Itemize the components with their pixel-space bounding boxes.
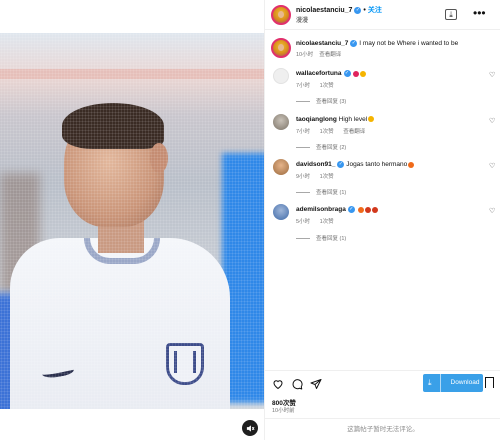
caption: nicolaestanciu_7 ✓ I may not be Where i w… [296, 40, 458, 47]
verified-badge-icon: ✓ [343, 70, 351, 77]
translate-link[interactable]: 查看翻译 [319, 52, 341, 58]
verified-badge-icon: ✓ [354, 6, 362, 14]
post-media[interactable]: 融创 [0, 0, 264, 440]
emoji-icon [368, 116, 375, 123]
view-replies-button[interactable]: 查看回复 (1) [296, 188, 346, 196]
verified-badge-icon: ✓ [347, 206, 355, 213]
view-replies-button[interactable]: 查看回复 (1) [296, 234, 346, 242]
post-location[interactable]: 漫漫 [296, 15, 308, 24]
comments-list: nicolaestanciu_7 ✓ I may not be Where i w… [265, 30, 500, 370]
share-icon[interactable] [310, 378, 322, 390]
comment-likes[interactable]: 1次赞 [320, 219, 334, 225]
more-options-icon[interactable]: ••• [473, 6, 486, 20]
avatar[interactable] [271, 5, 291, 25]
comment-time: 7小时 [296, 129, 311, 135]
download-button[interactable]: ⤓ Download [423, 374, 483, 392]
comment-likes[interactable]: 1次赞 [320, 174, 334, 180]
verified-badge-icon: ✓ [350, 40, 358, 47]
angry-emoji-icon [371, 206, 378, 213]
avatar[interactable] [273, 68, 289, 84]
post-actions: ⤓ Download [265, 370, 500, 396]
avatar[interactable] [273, 159, 289, 175]
angry-emoji-icon [364, 206, 371, 213]
post-details-panel: nicolaestanciu_7 ✓ • 关注 漫漫 ⤓ ••• nicolaesta… [264, 0, 500, 440]
author-username[interactable]: nicolaestanciu_7 [296, 7, 352, 14]
comment-username[interactable]: davidson91_ [296, 161, 335, 168]
avatar[interactable] [273, 114, 289, 130]
comment-username[interactable]: ademilsonbraga [296, 206, 346, 213]
comment-username[interactable]: taoqianglong [296, 116, 337, 123]
fire-emoji-icon [357, 206, 364, 213]
like-comment-icon[interactable]: ♡ [489, 117, 495, 125]
view-replies-button[interactable]: 查看回复 (3) [296, 97, 346, 105]
caption-text: I may not be Where i wanted to be [359, 40, 459, 48]
comment-text: davidson91_ ✓ Jogas tanto hermano [296, 161, 415, 168]
caption-time: 10小时 [296, 52, 314, 58]
verified-badge-icon: ✓ [337, 161, 345, 168]
comment-text: taoqianglong High level [296, 116, 375, 123]
comment-time: 7小时 [296, 83, 311, 89]
bookmark-icon[interactable] [485, 377, 494, 391]
pray-emoji-icon [360, 70, 367, 77]
avatar[interactable] [271, 38, 291, 58]
follow-button[interactable]: 关注 [368, 7, 382, 14]
comment-text: wallacefortuna ✓ [296, 70, 367, 77]
comment-text: ademilsonbraga ✓ [296, 206, 378, 213]
comment-likes[interactable]: 1次赞 [320, 129, 334, 135]
like-comment-icon[interactable]: ♡ [489, 162, 495, 170]
like-comment-icon[interactable]: ♡ [489, 207, 495, 215]
comment-likes[interactable]: 1次赞 [320, 83, 334, 89]
translate-link[interactable]: 查看翻译 [343, 129, 365, 135]
download-icon[interactable]: ⤓ [445, 9, 457, 20]
comment-time: 9小时 [296, 174, 311, 180]
comment-icon[interactable] [291, 378, 303, 390]
heart-emoji-icon [353, 70, 360, 77]
like-comment-icon[interactable]: ♡ [489, 71, 495, 79]
download-icon: ⤓ [428, 374, 441, 392]
view-replies-button[interactable]: 查看回复 (2) [296, 143, 346, 151]
post-photo[interactable]: 融创 [0, 33, 264, 409]
like-icon[interactable] [272, 378, 284, 390]
post-header: nicolaestanciu_7 ✓ • 关注 漫漫 ⤓ ••• [265, 0, 500, 30]
avatar[interactable] [273, 204, 289, 220]
post-timestamp: 10小时前 [272, 408, 295, 414]
comment-username[interactable]: wallacefortuna [296, 70, 342, 77]
comment-time: 5小时 [296, 219, 311, 225]
comment-disabled-notice: 这篇帖子暂时无法评论。 [265, 418, 500, 440]
caption-username[interactable]: nicolaestanciu_7 [296, 40, 348, 47]
fire-emoji-icon [408, 161, 415, 168]
speaker-muted-icon[interactable] [242, 420, 258, 436]
